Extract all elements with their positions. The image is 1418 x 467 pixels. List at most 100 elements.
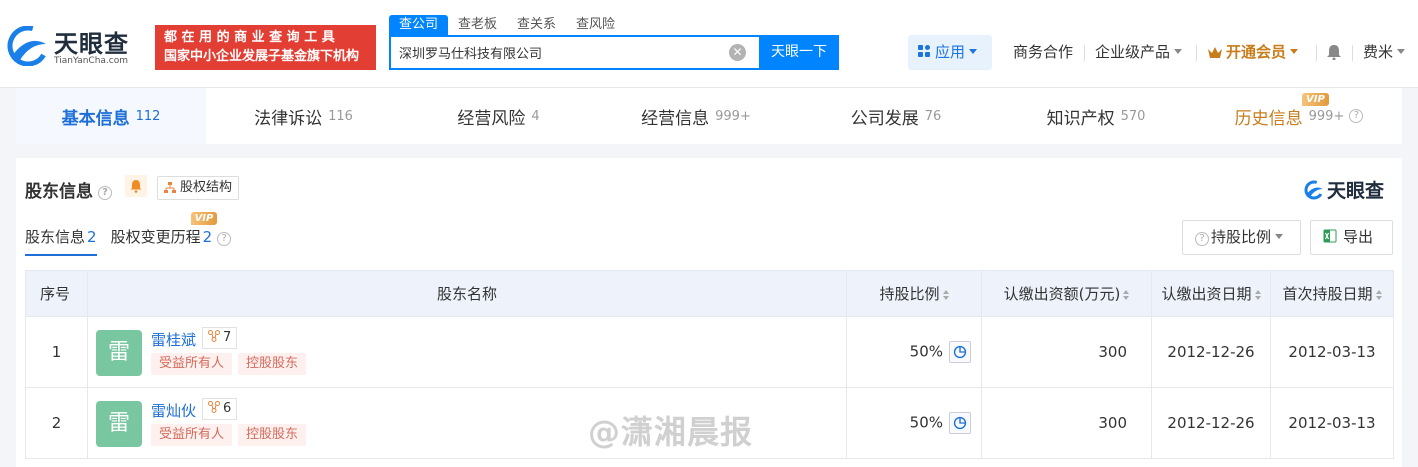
pie-chart-icon[interactable]: [949, 412, 971, 434]
search-tab-boss[interactable]: 查老板: [448, 15, 507, 35]
col-subscribe-date[interactable]: 认缴出资日期: [1151, 270, 1271, 317]
eye-logo-icon: [1304, 180, 1324, 200]
col-ratio[interactable]: 持股比例: [846, 270, 982, 317]
vip-badge: VIP: [190, 212, 218, 225]
site-logo[interactable]: 天眼查 TianYanCha.com: [6, 24, 148, 72]
sort-icon: [942, 290, 949, 300]
amount-cell: 300: [981, 316, 1152, 388]
tab-count: 999+: [1308, 108, 1345, 124]
tab-ip[interactable]: 知识产权 570: [996, 88, 1196, 144]
media-watermark: @潇湘晨报: [588, 413, 754, 451]
tag-beneficial-owner: 受益所有人: [151, 353, 233, 375]
col-shareholder-name: 股东名称: [87, 270, 847, 317]
user-name: 费米: [1363, 43, 1394, 61]
subtab-label: 股权变更历程: [110, 228, 201, 246]
ratio-value: 50%: [909, 342, 943, 361]
org-chart-icon: [164, 182, 176, 193]
apps-menu[interactable]: 应用: [908, 35, 992, 70]
first-date-cell: 2012-03-13: [1270, 387, 1394, 459]
promo-line-1: 都 在 用 的 商 业 查 询 工 具: [164, 30, 335, 45]
equity-structure-label: 股权结构: [180, 180, 233, 195]
tab-operation[interactable]: 经营信息 999+: [596, 88, 796, 144]
export-label: 导出: [1343, 228, 1374, 246]
tab-basic-info[interactable]: 基本信息 112: [16, 88, 206, 144]
search-tab-relation[interactable]: 查关系: [507, 15, 566, 35]
tab-history[interactable]: VIP 历史信息 999+?: [1196, 88, 1402, 144]
help-icon[interactable]: ?: [1349, 109, 1364, 123]
avatar[interactable]: 雷: [96, 401, 142, 447]
brand-watermark: 天眼查: [1303, 176, 1384, 203]
divider: [1316, 45, 1317, 61]
clear-icon[interactable]: ✕: [729, 44, 746, 61]
help-icon: ?: [1195, 232, 1209, 246]
search-input[interactable]: [391, 37, 721, 68]
tab-legal[interactable]: 法律诉讼 116: [206, 88, 401, 144]
ratio-filter-button[interactable]: ? 持股比例: [1182, 220, 1301, 255]
section-title-text: 股东信息: [25, 182, 93, 202]
shareholder-name-link[interactable]: 雷桂斌: [151, 329, 196, 350]
promo-banner[interactable]: 都 在 用 的 商 业 查 询 工 具 国家中小企业发展子基金旗下机构: [155, 25, 376, 70]
apps-label: 应用: [935, 43, 966, 61]
col-amount[interactable]: 认缴出资额(万元): [981, 270, 1152, 317]
subtab-label: 股东信息: [25, 228, 86, 246]
bell-icon[interactable]: [1327, 44, 1341, 60]
relation-count: 6: [223, 401, 232, 416]
chevron-down-icon: [1174, 49, 1183, 54]
relation-count-button[interactable]: 6: [202, 398, 238, 420]
table-header-row: 序号 股东名称 持股比例 认缴出资额(万元) 认缴出资日期 首次持股日期: [25, 270, 1394, 317]
notify-button[interactable]: [125, 175, 147, 197]
sort-icon: [1375, 290, 1382, 300]
sort-icon: [1123, 290, 1130, 300]
sort-icon: [1254, 290, 1261, 300]
tab-count: 116: [328, 108, 353, 124]
vip-badge: VIP: [1302, 93, 1329, 106]
eye-logo-icon: [7, 26, 49, 66]
pie-chart-icon[interactable]: [949, 341, 971, 363]
subtab-count: 2: [87, 228, 97, 246]
shareholder-subtabs: 股东信息 2 VIP 股权变更历程 2?: [25, 212, 245, 256]
search-box: ✕: [389, 35, 759, 70]
subscribe-date-cell: 2012-12-26: [1151, 387, 1271, 459]
promo-line-2: 国家中小企业发展子基金旗下机构: [164, 49, 360, 64]
tab-risk[interactable]: 经营风险 4: [401, 88, 596, 144]
help-icon[interactable]: ?: [98, 186, 112, 200]
first-date-cell: 2012-03-13: [1270, 316, 1394, 388]
search-tab-risk[interactable]: 查风险: [566, 15, 625, 35]
equity-structure-button[interactable]: 股权结构: [157, 176, 240, 200]
subtab-count: 2: [202, 228, 213, 246]
divider: [1084, 45, 1085, 61]
avatar[interactable]: 雷: [96, 330, 142, 376]
col-first-date[interactable]: 首次持股日期: [1270, 270, 1394, 317]
search-type-tabs: 查公司 查老板 查关系 查风险: [389, 15, 625, 35]
grid-icon: [918, 45, 931, 58]
relation-count: 7: [223, 330, 232, 345]
tab-development[interactable]: 公司发展 76: [796, 88, 996, 144]
tag-controlling-shareholder: 控股股东: [238, 424, 307, 446]
tab-label: 经营信息: [641, 108, 710, 129]
table-row: 1 雷 雷桂斌 7 受益所有人 控股股东 50% 300 2012-12-26 …: [25, 316, 1394, 388]
tab-label: 历史信息: [1234, 108, 1303, 129]
nav-business[interactable]: 商务合作: [1013, 35, 1073, 70]
nav-enterprise[interactable]: 企业级产品: [1095, 35, 1183, 70]
row-index: 1: [25, 316, 88, 388]
chevron-down-icon: [969, 49, 978, 54]
help-icon[interactable]: ?: [217, 232, 232, 246]
subtab-equity-history[interactable]: VIP 股权变更历程 2?: [110, 212, 232, 256]
tab-label: 知识产权: [1046, 108, 1115, 129]
search-button[interactable]: 天眼一下: [759, 35, 839, 70]
chevron-down-icon: [1290, 49, 1299, 54]
export-button[interactable]: 导出: [1310, 220, 1393, 255]
relation-icon: [208, 401, 220, 413]
subtab-shareholders[interactable]: 股东信息 2: [25, 226, 97, 256]
company-tabs: 基本信息 112 法律诉讼 116 经营风险 4 经营信息 999+ 公司发展 76 知识…: [16, 88, 1402, 144]
relation-count-button[interactable]: 7: [202, 327, 238, 349]
chevron-down-icon: [1275, 234, 1284, 239]
ratio-cell: 50%: [846, 387, 982, 459]
nav-vip[interactable]: 开通会员: [1208, 35, 1299, 70]
user-menu[interactable]: 费米: [1363, 35, 1406, 70]
ratio-value: 50%: [909, 413, 943, 432]
search-tab-company[interactable]: 查公司: [389, 15, 449, 35]
tab-count: 112: [135, 108, 161, 124]
shareholder-name-link[interactable]: 雷灿伙: [151, 400, 196, 421]
col-ratio-label: 持股比例: [879, 285, 940, 303]
